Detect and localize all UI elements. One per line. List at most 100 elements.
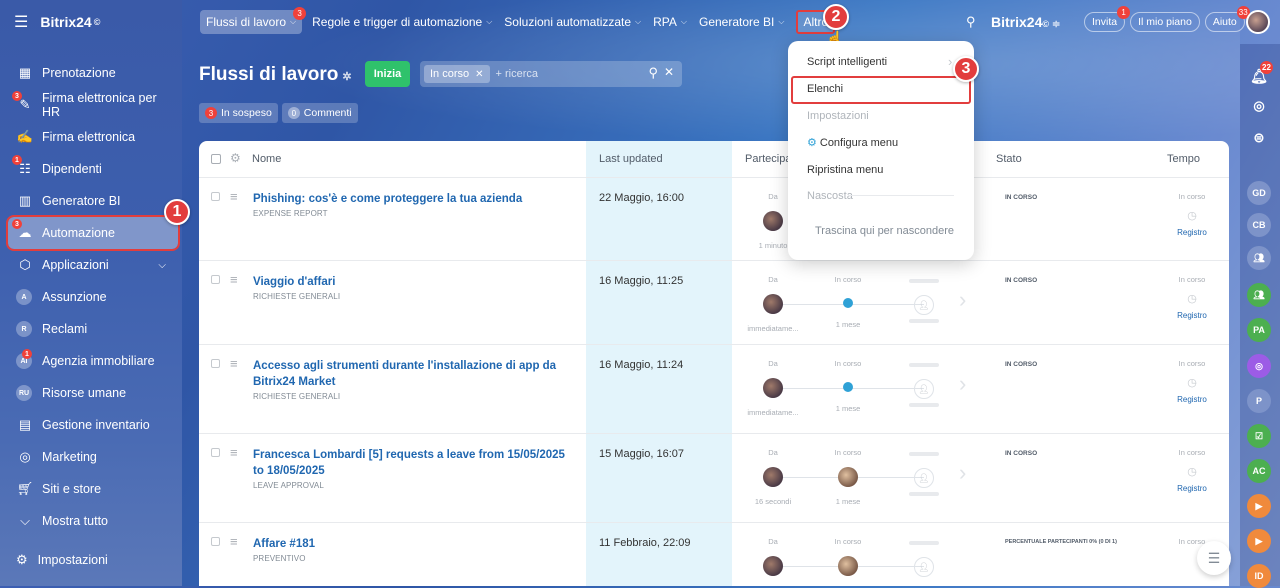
tab-regole[interactable]: Regole e trigger di automazione ⌵ <box>312 15 492 29</box>
row-title[interactable]: Phishing: cos'è e come proteggere la tua… <box>253 191 573 219</box>
registro-link[interactable]: Registro <box>1167 484 1217 493</box>
table-row[interactable]: ≡ Francesca Lombardi [5] requests a leav… <box>199 434 1229 523</box>
sidebar-item-siti[interactable]: 🛒︎ Siti e store <box>8 473 178 505</box>
sidebar-item-prenotazione[interactable]: ▦ Prenotazione <box>8 57 178 89</box>
task-icon[interactable]: ☑ <box>1247 424 1271 448</box>
close-icon[interactable]: ✕ <box>475 69 483 80</box>
sidebar-item-assunzione[interactable]: A Assunzione <box>8 281 178 313</box>
invite-button[interactable]: Invita 1 <box>1084 6 1131 32</box>
menu-item-elenchi[interactable]: Elenchi <box>807 83 843 95</box>
header-logo: Bitrix24© ≑ <box>991 14 1060 30</box>
bell-icon[interactable]: 🔔︎ 22 <box>1247 61 1273 88</box>
menu-item-script[interactable]: Script intelligenti <box>807 56 887 68</box>
user-avatar[interactable] <box>1246 10 1270 34</box>
group-icon-green[interactable]: 👥︎ <box>1247 283 1271 307</box>
row-checkbox[interactable] <box>211 359 220 368</box>
tab-flussi[interactable]: Flussi di lavoro ⌵ 3 <box>200 7 307 34</box>
tab-rpa[interactable]: RPA ⌵ <box>653 15 687 29</box>
sidebar-item-risorse-umane[interactable]: RU Risorse umane <box>8 377 178 409</box>
column-stato[interactable]: Stato <box>996 153 1022 165</box>
registro-link[interactable]: Registro <box>1167 395 1217 404</box>
registro-link[interactable]: Registro <box>1167 228 1217 237</box>
registro-link[interactable]: Registro <box>1167 311 1217 320</box>
drop-zone[interactable]: Trascina qui per nascondere <box>815 225 954 237</box>
copilot-icon[interactable]: ◎ <box>1247 94 1271 118</box>
group-avatar: RU <box>16 385 32 401</box>
search-icon[interactable]: ⚲ <box>966 14 976 30</box>
rail-avatar-cb[interactable]: CB <box>1247 213 1271 237</box>
sidebar-item-generatore-bi[interactable]: ▥ Generatore BI <box>8 185 178 217</box>
help-button[interactable]: Aiuto 33 <box>1204 6 1250 32</box>
drag-handle-icon[interactable]: ≡ <box>230 534 238 549</box>
plan-button[interactable]: Il mio piano <box>1130 12 1200 32</box>
row-subtitle: EXPENSE REPORT <box>253 209 328 218</box>
table-row[interactable]: ≡ Affare #181 PREVENTIVO 11 Febbraio, 22:… <box>199 523 1229 586</box>
row-title[interactable]: Viaggio d'affari RICHIESTE GENERALI <box>253 274 573 302</box>
column-tempo[interactable]: Tempo <box>1167 153 1200 165</box>
table-row[interactable]: ≡ Accesso agli strumenti durante l'insta… <box>199 345 1229 434</box>
row-title[interactable]: Affare #181 PREVENTIVO <box>253 536 573 564</box>
pin-icon[interactable]: ✲ <box>342 71 351 83</box>
sidebar-item-firma-hr[interactable]: ✎ 3 Firma elettronica per HR <box>8 89 178 121</box>
search-filter[interactable]: In corso ✕ + ricerca ⚲ ✕ <box>420 61 682 87</box>
chip-pending[interactable]: 3 In sospeso <box>199 103 278 123</box>
row-checkbox[interactable] <box>211 192 220 201</box>
search-icon[interactable]: ⚲ <box>648 65 658 81</box>
menu-item-configura[interactable]: ⚙ Configura menu <box>807 136 898 149</box>
filter-tag[interactable]: In corso ✕ <box>424 65 490 83</box>
stage-time: immediatame... <box>747 408 799 417</box>
sidebar-item-agenzia[interactable]: AI 1 Agenzia immobiliare <box>8 345 178 377</box>
copilot-purple-icon[interactable]: ◎ <box>1247 354 1271 378</box>
group-icon[interactable]: 👥︎ <box>1247 246 1271 270</box>
rail-avatar-ac[interactable]: AC <box>1247 459 1271 483</box>
close-icon[interactable]: ✕ <box>664 65 674 79</box>
menu-icon[interactable]: ☰ <box>14 12 28 32</box>
stage-mid: In corso <box>813 537 883 578</box>
row-checkbox[interactable] <box>211 537 220 546</box>
chip-comments[interactable]: 0 Commenti <box>281 103 358 123</box>
drag-handle-icon[interactable]: ≡ <box>230 189 238 204</box>
sidebar-item-firma[interactable]: ✍ Firma elettronica <box>8 121 178 153</box>
column-last-updated[interactable]: Last updated <box>599 153 663 165</box>
sidebar-item-dipendenti[interactable]: ☷ 1 Dipendenti <box>8 153 178 185</box>
avatar <box>838 556 858 576</box>
drag-handle-icon[interactable]: ≡ <box>230 445 238 460</box>
sidebar-item-automazione[interactable]: ☁ 3 Automazione <box>6 215 180 251</box>
row-title[interactable]: Accesso agli strumenti durante l'install… <box>253 358 573 402</box>
chat-icon[interactable]: ⊜ <box>1247 126 1271 150</box>
app-logo[interactable]: ☰ Bitrix24 © <box>14 12 100 32</box>
sidebar-item-mostra-tutto[interactable]: ⌵ Mostra tutto <box>8 505 178 537</box>
sidebar-item-marketing[interactable]: ◎ Marketing <box>8 441 178 473</box>
rail-avatar-id[interactable]: ID <box>1247 564 1271 588</box>
select-all-checkbox[interactable] <box>211 154 221 164</box>
video-icon[interactable]: ▶ <box>1247 494 1271 518</box>
start-button[interactable]: Inizia <box>365 61 410 87</box>
gear-icon[interactable]: ⚙ <box>230 151 241 165</box>
sidebar-settings[interactable]: ⚙ Impostazioni <box>16 552 108 568</box>
drag-handle-icon[interactable]: ≡ <box>230 356 238 371</box>
column-nome[interactable]: Nome <box>252 153 281 165</box>
rail-avatar-pa[interactable]: PA <box>1247 318 1271 342</box>
sidebar-item-applicazioni[interactable]: ⬡ Applicazioni ⌵ <box>8 249 178 281</box>
row-title[interactable]: Francesca Lombardi [5] requests a leave … <box>253 447 573 491</box>
sidebar-item-inventario[interactable]: ▤ Gestione inventario <box>8 409 178 441</box>
chevron-down-icon[interactable]: ⌵ <box>158 260 166 271</box>
avatar <box>763 378 783 398</box>
list-menu-icon[interactable]: ☰ <box>1197 541 1231 575</box>
tempo-cell: In corso ◷ Registro <box>1167 275 1217 320</box>
video-icon[interactable]: ▶ <box>1247 529 1271 553</box>
table-row[interactable]: ≡ Viaggio d'affari RICHIESTE GENERALI 16 … <box>199 261 1229 345</box>
row-checkbox[interactable] <box>211 448 220 457</box>
drag-handle-icon[interactable]: ≡ <box>230 272 238 287</box>
tab-soluzioni[interactable]: Soluzioni automatizzate ⌵ <box>504 15 641 29</box>
search-input[interactable]: + ricerca <box>496 68 539 80</box>
rail-avatar-p[interactable]: P <box>1247 389 1271 413</box>
row-checkbox[interactable] <box>211 275 220 284</box>
cart-icon: 🛒︎ <box>16 481 34 496</box>
table-row[interactable]: ≡ Phishing: cos'è e come proteggere la t… <box>199 178 1229 261</box>
rail-avatar-gd[interactable]: GD <box>1247 181 1271 205</box>
menu-item-ripristina[interactable]: Ripristina menu <box>807 164 883 176</box>
tab-generatore-bi[interactable]: Generatore BI ⌵ <box>699 15 784 29</box>
sidebar-item-reclami[interactable]: R Reclami <box>8 313 178 345</box>
chevron-right-icon: › <box>959 460 967 485</box>
